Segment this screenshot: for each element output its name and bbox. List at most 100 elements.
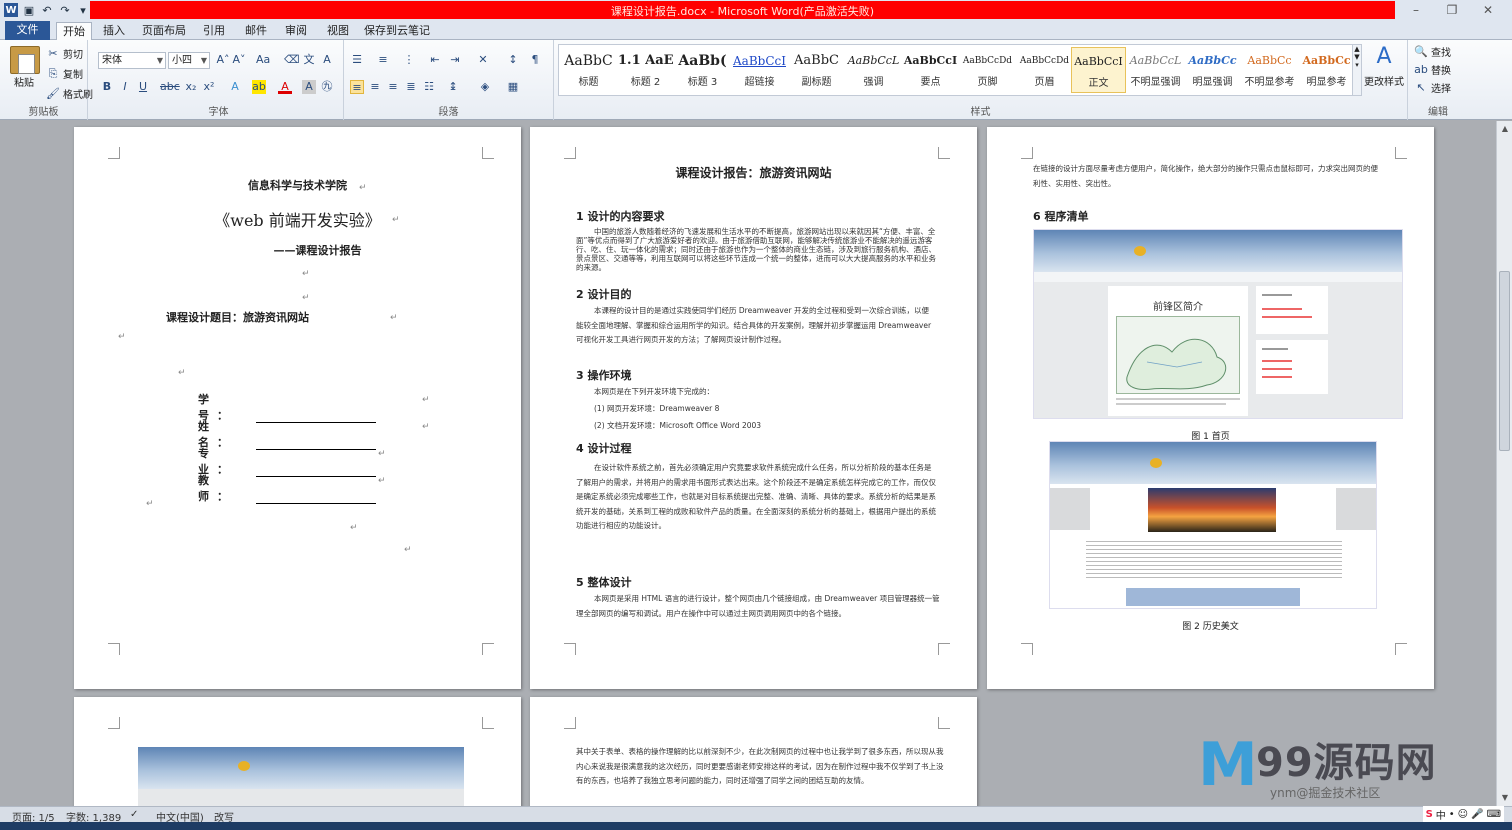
- text-effects-icon: A: [231, 80, 239, 93]
- tab-page-layout[interactable]: 页面布局: [138, 22, 190, 40]
- highlight-button[interactable]: ab: [252, 80, 266, 94]
- page-4[interactable]: [74, 697, 521, 806]
- style-item[interactable]: AaBbCcL 强调: [846, 47, 901, 93]
- style-item[interactable]: AaBbCc 不明显参考: [1242, 47, 1297, 93]
- grow-font-button[interactable]: A˄: [216, 53, 230, 67]
- tab-view[interactable]: 视图: [320, 22, 356, 40]
- find-button[interactable]: 🔍 查找: [1414, 44, 1451, 60]
- char-border-button[interactable]: A: [320, 53, 334, 67]
- scroll-up-icon[interactable]: ▲: [1497, 121, 1512, 137]
- align-right-icon: ≡: [388, 80, 398, 93]
- style-item[interactable]: AaBbCc 明显参考: [1299, 47, 1354, 93]
- tab-mailings[interactable]: 邮件: [238, 22, 274, 40]
- style-item[interactable]: AaBbCcDd 页眉: [1017, 47, 1072, 93]
- font-name-combo[interactable]: 宋体 ▼: [98, 52, 166, 69]
- align-center-button[interactable]: ≡: [368, 80, 382, 94]
- close-button[interactable]: ✕: [1470, 1, 1506, 19]
- multilevel-list-button[interactable]: ⋮: [402, 53, 416, 67]
- page-5[interactable]: 其中关于表单、表格的操作理解的比以前深刻不少，在此次制网页的过程中也让我学到了很…: [530, 697, 977, 806]
- style-item[interactable]: AaBbCc 明显强调: [1185, 47, 1240, 93]
- style-item[interactable]: AaBb(标题 3: [675, 47, 730, 93]
- tab-cloud-notes[interactable]: 保存到云笔记: [362, 22, 432, 40]
- style-item[interactable]: AaBbC 副标题: [789, 47, 844, 93]
- cut-button[interactable]: ✂ 剪切: [46, 46, 83, 62]
- line-spacing-button[interactable]: ↨: [446, 80, 460, 94]
- style-item[interactable]: 1.1 AaE 标题 2: [618, 47, 673, 93]
- select-button[interactable]: ↖ 选择: [1414, 80, 1451, 96]
- strikethrough-icon: abc: [160, 80, 180, 93]
- text-effects-button[interactable]: A: [228, 80, 242, 94]
- page-1[interactable]: 信息科学与技术学院 《web 前端开发实验》 ——课程设计报告 课程设计题目：旅…: [74, 127, 521, 689]
- customize-qat-icon[interactable]: ▾: [76, 3, 90, 17]
- superscript-button[interactable]: x²: [202, 80, 216, 94]
- enclose-char-button[interactable]: ㊈: [320, 80, 334, 94]
- paste-icon[interactable]: [10, 46, 40, 74]
- bullets-button[interactable]: ☰: [350, 53, 364, 67]
- italic-button[interactable]: I: [118, 80, 132, 94]
- redo-icon[interactable]: ↷: [58, 3, 72, 17]
- show-marks-button[interactable]: ¶: [528, 53, 542, 67]
- minimize-button[interactable]: –: [1398, 1, 1434, 19]
- styles-scroll[interactable]: ▲ ▼ ▾: [1352, 44, 1362, 96]
- ime-toolbar[interactable]: S 中 • ☺ 🎤 ⌨: [1422, 806, 1504, 822]
- restore-button[interactable]: ❐: [1434, 1, 1470, 19]
- copy-button[interactable]: ⎘ 复制: [46, 66, 83, 82]
- increase-indent-button[interactable]: ⇥: [448, 53, 462, 67]
- decrease-indent-button[interactable]: ⇤: [428, 53, 442, 67]
- borders-button[interactable]: ▦: [506, 80, 520, 94]
- shrink-font-button[interactable]: A˅: [232, 53, 246, 67]
- word-logo-icon[interactable]: W: [4, 3, 18, 17]
- replace-button[interactable]: ab 替换: [1414, 62, 1451, 78]
- change-styles-button[interactable]: A 更改样式: [1364, 44, 1404, 88]
- subscript-button[interactable]: x₂: [184, 80, 198, 94]
- spell-check-icon[interactable]: ✓: [130, 809, 138, 820]
- clear-format-button[interactable]: ⌫: [284, 53, 300, 67]
- tab-home[interactable]: 开始: [56, 22, 92, 41]
- underline-button[interactable]: U: [136, 80, 150, 94]
- page-2[interactable]: 课程设计报告：旅游资讯网站 1 设计的内容要求 中国的旅游人数随着经济的飞速发展…: [530, 127, 977, 689]
- field-line[interactable]: [256, 492, 376, 504]
- shading-button[interactable]: ◈: [478, 80, 492, 94]
- char-shading-button[interactable]: A: [302, 80, 316, 94]
- document-area[interactable]: 信息科学与技术学院 《web 前端开发实验》 ——课程设计报告 课程设计题目：旅…: [0, 121, 1496, 806]
- style-item[interactable]: AaBbCcL 不明显强调: [1128, 47, 1183, 93]
- site-logo-icon: [238, 761, 250, 771]
- strikethrough-button[interactable]: abc: [160, 80, 180, 94]
- page-3[interactable]: 在链接的设计方面尽量考虑方便用户，简化操作，绝大部分的操作只需点击鼠标即可，力求…: [987, 127, 1434, 689]
- numbering-button[interactable]: ≡: [376, 53, 390, 67]
- clipboard-group: 粘贴 ✂ 剪切 ⎘ 复制 🖌 格式刷 剪贴板: [0, 40, 93, 120]
- style-item[interactable]: AaBbC 标题: [561, 47, 616, 93]
- style-item-selected[interactable]: AaBbCcI 正文: [1071, 47, 1126, 93]
- style-item[interactable]: AaBbCcI 要点: [903, 47, 958, 93]
- style-item[interactable]: AaBbCcDd 页脚: [960, 47, 1015, 93]
- paste-button[interactable]: 粘贴: [14, 74, 34, 89]
- font-size-combo[interactable]: 小四 ▼: [168, 52, 210, 69]
- bullets-icon: ☰: [352, 53, 362, 66]
- align-left-button[interactable]: ≡: [350, 80, 364, 94]
- scroll-thumb[interactable]: [1499, 271, 1510, 451]
- change-case-button[interactable]: Aa: [256, 53, 270, 67]
- format-painter-button[interactable]: 🖌 格式刷: [46, 86, 93, 102]
- chinese-layout-button[interactable]: ✕: [476, 53, 490, 67]
- style-name: 标题 2: [630, 77, 661, 88]
- vertical-scrollbar[interactable]: ▲ ▼: [1496, 121, 1512, 806]
- justify-button[interactable]: ≣: [404, 80, 418, 94]
- footer-bar: [1126, 588, 1300, 606]
- distribute-button[interactable]: ☷: [422, 80, 436, 94]
- tab-review[interactable]: 审阅: [278, 22, 314, 40]
- style-item[interactable]: AaBbCcI 超链接: [732, 47, 787, 93]
- tab-insert[interactable]: 插入: [96, 22, 132, 40]
- undo-icon[interactable]: ↶: [40, 3, 54, 17]
- phonetic-button[interactable]: 文: [302, 53, 316, 67]
- editing-group-label: 编辑: [1428, 107, 1448, 118]
- font-size-value: 小四: [172, 55, 192, 66]
- tab-references[interactable]: 引用: [196, 22, 232, 40]
- bold-button[interactable]: B: [100, 80, 114, 94]
- align-right-button[interactable]: ≡: [386, 80, 400, 94]
- tab-file[interactable]: 文件: [5, 21, 50, 40]
- save-icon[interactable]: ▣: [22, 3, 36, 17]
- sort-button[interactable]: ↕: [506, 53, 520, 67]
- font-color-button[interactable]: A: [278, 80, 292, 94]
- paragraph-mark: ↵: [350, 523, 358, 533]
- scroll-down-icon[interactable]: ▼: [1497, 790, 1512, 806]
